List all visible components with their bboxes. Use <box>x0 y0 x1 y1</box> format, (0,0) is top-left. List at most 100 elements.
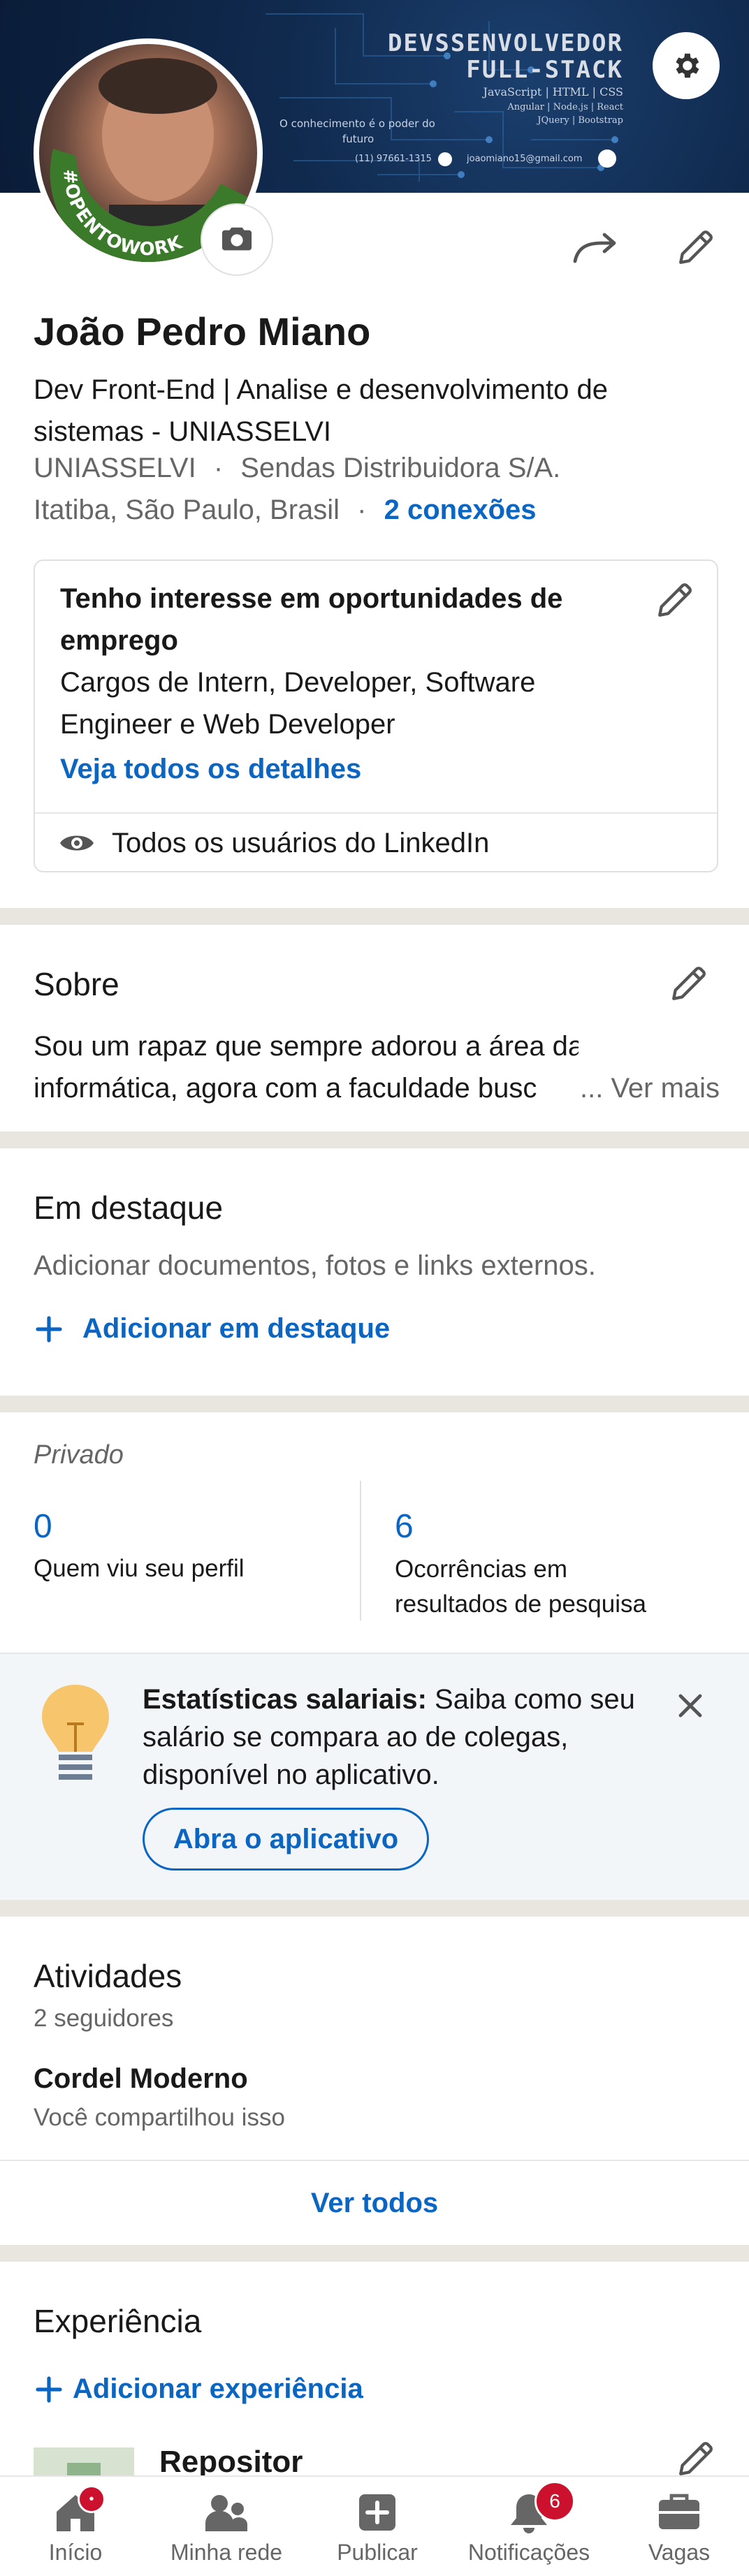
see-all-activity-label: Ver todos <box>310 2187 439 2218</box>
banner-line1: DEVSSENVOLVEDOR <box>387 29 623 57</box>
nav-notifications[interactable]: 6 Notificações <box>457 2477 601 2576</box>
profile-views-count: 0 <box>34 1508 52 1545</box>
salary-promo: Estatísticas salariais: Saiba como seu s… <box>0 1653 749 1901</box>
open-to-work-title-line2: emprego <box>60 625 178 656</box>
banner-line2: FULL-STACK <box>466 56 623 84</box>
salary-promo-bold: Estatísticas salariais: <box>143 1684 427 1715</box>
nav-home[interactable]: • Início <box>21 2477 130 2576</box>
post-plus-icon <box>359 2494 395 2531</box>
profile-headline: Dev Front-End | Analise e desenvolviment… <box>34 369 608 453</box>
plus-icon <box>36 1315 62 1342</box>
salary-promo-line2: salário se compara ao de colegas, <box>143 1722 569 1752</box>
search-appearances-stat[interactable]: 6 Ocorrências em resultados de pesquisa <box>361 1474 749 1627</box>
close-icon <box>678 1694 702 1718</box>
salary-promo-text: Estatísticas salariais: Saiba como seu s… <box>143 1681 635 1794</box>
profile-name: João Pedro Miano <box>34 309 371 353</box>
nav-notifications-label: Notificações <box>467 2540 590 2565</box>
network-icon <box>205 2495 247 2531</box>
open-to-work-roles: Cargos de Intern, Developer, Software En… <box>60 661 535 745</box>
salary-promo-line3: disponível no aplicativo. <box>143 1759 439 1790</box>
edit-open-to-work-button[interactable] <box>650 575 700 625</box>
about-text: Sou um rapaz que sempre adorou a área da… <box>34 1025 579 1109</box>
home-notification-dot: • <box>78 2485 106 2513</box>
nav-jobs[interactable]: Vagas <box>629 2477 729 2576</box>
phone-icon <box>438 152 452 166</box>
dot-separator: · <box>213 453 224 483</box>
nav-jobs-label: Vagas <box>648 2540 711 2565</box>
change-photo-button[interactable] <box>201 203 273 276</box>
activity-post-subtitle: Você compartilhou isso <box>34 2104 285 2131</box>
email-icon <box>598 149 616 168</box>
activity-title: Atividades <box>34 1958 182 1994</box>
add-featured-label: Adicionar em destaque <box>82 1313 391 1344</box>
banner-phone: (11) 97661-1315 <box>355 154 432 164</box>
analytics-private-label: Privado <box>34 1440 124 1470</box>
activity-post-title[interactable]: Cordel Moderno <box>34 2063 248 2095</box>
section-separator <box>0 1132 749 1148</box>
open-to-work-title-line1: Tenho interesse em oportunidades de <box>60 583 563 614</box>
pencil-icon <box>679 2442 713 2475</box>
open-to-work-title: Tenho interesse em oportunidades de empr… <box>60 578 562 661</box>
add-featured-button[interactable]: Adicionar em destaque <box>34 1313 390 1345</box>
open-to-work-card[interactable]: Tenho interesse em oportunidades de empr… <box>34 559 718 872</box>
salary-promo-line1: Saiba como seu <box>426 1684 635 1715</box>
visibility-text: Todos os usuários do LinkedIn <box>112 828 490 858</box>
open-app-label: Abra o aplicativo <box>173 1823 399 1854</box>
connections-link[interactable]: 2 conexões <box>384 495 537 525</box>
pencil-icon <box>672 967 706 1000</box>
see-all-activity-button[interactable]: Ver todos <box>0 2161 749 2245</box>
profile-views-stat[interactable]: 0 Quem viu seu perfil <box>0 1474 360 1620</box>
headline-line1: Dev Front-End | Analise e desenvolviment… <box>34 374 608 405</box>
profile-views-label: Quem viu seu perfil <box>34 1555 245 1582</box>
section-separator <box>0 1396 749 1412</box>
featured-description: Adicionar documentos, fotos e links exte… <box>34 1250 596 1281</box>
banner-tech3: JQuery | Bootstrap <box>537 115 623 126</box>
banner-tech1: JavaScript | HTML | CSS <box>483 85 623 98</box>
profile-employer[interactable]: Sendas Distribuidora S/A. <box>240 453 560 483</box>
section-separator <box>0 2245 749 2262</box>
activity-followers[interactable]: 2 seguidores <box>34 2005 173 2033</box>
profile-location-line: Itatiba, São Paulo, Brasil · 2 conexões <box>34 495 537 526</box>
nav-network[interactable]: Minha rede <box>159 2477 293 2576</box>
about-title: Sobre <box>34 966 119 1002</box>
banner-quote1: O conhecimento é o poder do <box>279 117 435 130</box>
nav-home-label: Início <box>48 2540 103 2565</box>
search-label-line2: resultados de pesquisa <box>395 1590 646 1618</box>
nav-post[interactable]: Publicar <box>321 2477 433 2576</box>
lightbulb-icon <box>42 1685 109 1780</box>
about-line1: Sou um rapaz que sempre adorou a área da <box>34 1031 579 1062</box>
profile-subline: UNIASSELVI · Sendas Distribuidora S/A. <box>34 453 560 484</box>
edit-about-button[interactable] <box>664 958 714 1009</box>
edit-intro-button[interactable] <box>671 222 721 272</box>
briefcase-icon <box>659 2494 699 2529</box>
profile-education[interactable]: UNIASSELVI <box>34 453 196 483</box>
plus-icon <box>36 2376 62 2403</box>
profile-location: Itatiba, São Paulo, Brasil <box>34 495 340 525</box>
search-label-line1: Ocorrências em <box>395 1556 568 1583</box>
pencil-icon <box>679 230 713 264</box>
experience-title: Experiência <box>34 2303 202 2339</box>
see-details-link[interactable]: Veja todos os detalhes <box>60 754 361 785</box>
experience-role[interactable]: Repositor <box>159 2445 303 2480</box>
dismiss-promo-button[interactable] <box>669 1685 711 1727</box>
eye-icon <box>60 835 94 851</box>
settings-button[interactable] <box>653 32 720 99</box>
share-profile-button[interactable] <box>571 222 621 272</box>
nav-post-label: Publicar <box>337 2540 418 2565</box>
gear-icon <box>676 53 699 78</box>
bottom-navigation: • Início Minha rede Publicar 6 Notificaç… <box>0 2475 749 2576</box>
about-line2: informática, agora com a faculdade busc <box>34 1073 537 1104</box>
roles-line1: Cargos de Intern, Developer, Software <box>60 667 536 698</box>
notifications-count-badge: 6 <box>535 2481 575 2522</box>
add-experience-button[interactable]: Adicionar experiência <box>34 2373 363 2405</box>
share-icon <box>573 233 616 263</box>
search-appearances-count: 6 <box>395 1508 414 1545</box>
banner-tech2: Angular | Node.js | React <box>507 102 623 112</box>
add-experience-label: Adicionar experiência <box>73 2373 363 2404</box>
dot-separator: · <box>357 495 367 525</box>
card-divider <box>35 812 717 814</box>
about-see-more[interactable]: ... Ver mais <box>580 1073 720 1104</box>
banner-quote2: futuro <box>342 133 374 145</box>
open-app-button[interactable]: Abra o aplicativo <box>143 1808 429 1871</box>
section-separator <box>0 1900 749 1917</box>
